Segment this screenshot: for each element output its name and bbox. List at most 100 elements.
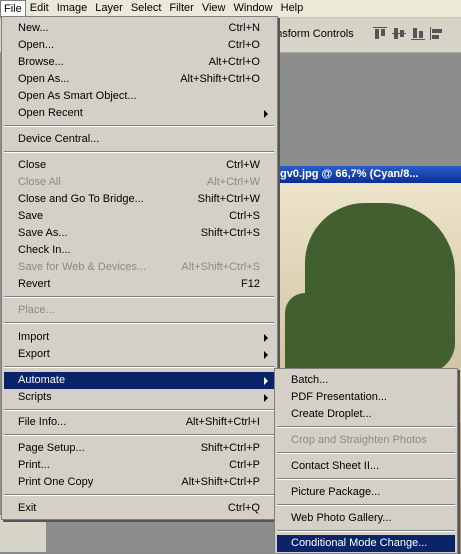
menu-separator bbox=[4, 296, 274, 298]
photo-hedge-elephant bbox=[305, 203, 455, 373]
menu-window[interactable]: Window bbox=[230, 0, 277, 17]
menu-separator bbox=[277, 452, 455, 454]
menu-image[interactable]: Image bbox=[53, 0, 92, 17]
menu-item-label: Place... bbox=[18, 304, 55, 316]
menu-select[interactable]: Select bbox=[127, 0, 166, 17]
menu-item-shortcut: Alt+Ctrl+O bbox=[208, 56, 260, 68]
menu-filter[interactable]: Filter bbox=[165, 0, 197, 17]
menu-item-print-one-copy[interactable]: Print One Copy Alt+Shift+Ctrl+P bbox=[4, 474, 274, 491]
menu-item-check-in[interactable]: Check In... bbox=[4, 242, 274, 259]
menu-item-browse[interactable]: Browse... Alt+Ctrl+O bbox=[4, 54, 274, 71]
menu-item-shortcut: Ctrl+O bbox=[227, 39, 260, 51]
menu-item-label: PDF Presentation... bbox=[291, 391, 387, 403]
menu-item-close[interactable]: Close Ctrl+W bbox=[4, 157, 274, 174]
automate-submenu: Batch... PDF Presentation... Create Drop… bbox=[274, 368, 458, 554]
menu-item-label: Automate bbox=[18, 374, 66, 386]
menu-item-shortcut: F12 bbox=[241, 278, 260, 290]
align-tools bbox=[372, 26, 445, 41]
menu-item-open-recent[interactable]: Open Recent bbox=[4, 105, 274, 122]
menu-item-label: Web Photo Gallery... bbox=[291, 512, 392, 524]
menu-item-file-info[interactable]: File Info... Alt+Shift+Ctrl+I bbox=[4, 414, 274, 431]
tools-panel bbox=[0, 515, 46, 552]
submenu-arrow-icon bbox=[264, 377, 268, 385]
menu-item-shortcut: Ctrl+Q bbox=[227, 502, 260, 514]
transform-controls-label[interactable]: ansform Controls bbox=[270, 28, 354, 40]
menu-separator bbox=[4, 125, 274, 127]
menu-separator bbox=[4, 409, 274, 411]
submenu-arrow-icon bbox=[264, 334, 268, 342]
align-bottom-icon[interactable] bbox=[410, 26, 426, 41]
menu-item-shortcut: Alt+Shift+Ctrl+I bbox=[185, 416, 260, 428]
menu-item-label: Open... bbox=[18, 39, 55, 51]
align-top-icon[interactable] bbox=[372, 26, 388, 41]
submenu-item-create-droplet[interactable]: Create Droplet... bbox=[277, 406, 455, 423]
align-vcenter-icon[interactable] bbox=[391, 26, 407, 41]
menu-item-page-setup[interactable]: Page Setup... Shift+Ctrl+P bbox=[4, 440, 274, 457]
menu-item-save-as[interactable]: Save As... Shift+Ctrl+S bbox=[4, 225, 274, 242]
menu-item-label: Scripts bbox=[18, 391, 52, 403]
menu-item-print[interactable]: Print... Ctrl+P bbox=[4, 457, 274, 474]
menu-item-revert[interactable]: Revert F12 bbox=[4, 276, 274, 293]
menu-item-shortcut: Ctrl+N bbox=[228, 22, 260, 34]
menu-item-shortcut: Shift+Ctrl+P bbox=[200, 442, 260, 454]
submenu-item-batch[interactable]: Batch... bbox=[277, 372, 455, 389]
menu-item-label: Batch... bbox=[291, 374, 329, 386]
menu-view[interactable]: View bbox=[198, 0, 230, 17]
document-title-bar[interactable]: gv0.jpg @ 66,7% (Cyan/8... bbox=[275, 166, 461, 183]
submenu-arrow-icon bbox=[264, 351, 268, 359]
menu-item-label: Contact Sheet II... bbox=[291, 460, 380, 472]
menu-help[interactable]: Help bbox=[277, 0, 308, 17]
menu-item-label: Device Central... bbox=[18, 133, 100, 145]
menu-item-device-central[interactable]: Device Central... bbox=[4, 131, 274, 148]
submenu-item-crop-straighten: Crop and Straighten Photos bbox=[277, 432, 455, 449]
menu-item-label: File Info... bbox=[18, 416, 67, 428]
menu-separator bbox=[4, 366, 274, 368]
menu-item-shortcut: Alt+Shift+Ctrl+S bbox=[181, 261, 260, 273]
menu-item-label: Check In... bbox=[18, 244, 71, 256]
menu-separator bbox=[4, 322, 274, 324]
menu-item-save[interactable]: Save Ctrl+S bbox=[4, 208, 274, 225]
menu-item-export[interactable]: Export bbox=[4, 346, 274, 363]
menu-item-open[interactable]: Open... Ctrl+O bbox=[4, 37, 274, 54]
menu-item-open-smart-object[interactable]: Open As Smart Object... bbox=[4, 88, 274, 105]
submenu-item-conditional-mode-change[interactable]: Conditional Mode Change... bbox=[277, 535, 455, 552]
menu-item-label: Print One Copy bbox=[18, 476, 94, 488]
menu-item-scripts[interactable]: Scripts bbox=[4, 389, 274, 406]
menu-item-close-all: Close All Alt+Ctrl+W bbox=[4, 174, 274, 191]
menu-item-label: Export bbox=[18, 348, 50, 360]
submenu-item-picture-package[interactable]: Picture Package... bbox=[277, 484, 455, 501]
menu-item-label: Picture Package... bbox=[291, 486, 381, 498]
menu-item-label: Print... bbox=[18, 459, 50, 471]
submenu-item-contact-sheet[interactable]: Contact Sheet II... bbox=[277, 458, 455, 475]
menu-item-label: Open As... bbox=[18, 73, 70, 85]
menu-edit[interactable]: Edit bbox=[26, 0, 53, 17]
menu-item-import[interactable]: Import bbox=[4, 329, 274, 346]
menu-item-close-go-bridge[interactable]: Close and Go To Bridge... Shift+Ctrl+W bbox=[4, 191, 274, 208]
menu-item-label: Close All bbox=[18, 176, 61, 188]
menu-layer[interactable]: Layer bbox=[91, 0, 127, 17]
menu-item-label: Open As Smart Object... bbox=[18, 90, 137, 102]
align-left-icon[interactable] bbox=[429, 26, 445, 41]
menu-item-automate[interactable]: Automate bbox=[4, 372, 274, 389]
menu-separator bbox=[277, 478, 455, 480]
menu-item-label: Crop and Straighten Photos bbox=[291, 434, 427, 446]
menu-item-shortcut: Ctrl+W bbox=[226, 159, 260, 171]
menu-item-label: New... bbox=[18, 22, 49, 34]
submenu-item-web-photo-gallery[interactable]: Web Photo Gallery... bbox=[277, 510, 455, 527]
menu-item-shortcut: Alt+Shift+Ctrl+P bbox=[181, 476, 260, 488]
menu-item-exit[interactable]: Exit Ctrl+Q bbox=[4, 500, 274, 517]
menu-item-label: Close and Go To Bridge... bbox=[18, 193, 144, 205]
menu-item-label: Page Setup... bbox=[18, 442, 85, 454]
menu-item-label: Revert bbox=[18, 278, 51, 290]
menu-item-label: Create Droplet... bbox=[291, 408, 372, 420]
menu-item-shortcut: Alt+Ctrl+W bbox=[206, 176, 260, 188]
menu-item-shortcut: Alt+Shift+Ctrl+O bbox=[180, 73, 260, 85]
menu-separator bbox=[4, 151, 274, 153]
menu-item-label: Import bbox=[18, 331, 50, 343]
menu-item-open-as[interactable]: Open As... Alt+Shift+Ctrl+O bbox=[4, 71, 274, 88]
menu-item-label: Conditional Mode Change... bbox=[291, 537, 428, 549]
submenu-arrow-icon bbox=[264, 394, 268, 402]
menu-item-shortcut: Ctrl+P bbox=[229, 459, 260, 471]
submenu-item-pdf-presentation[interactable]: PDF Presentation... bbox=[277, 389, 455, 406]
menu-item-new[interactable]: New... Ctrl+N bbox=[4, 20, 274, 37]
